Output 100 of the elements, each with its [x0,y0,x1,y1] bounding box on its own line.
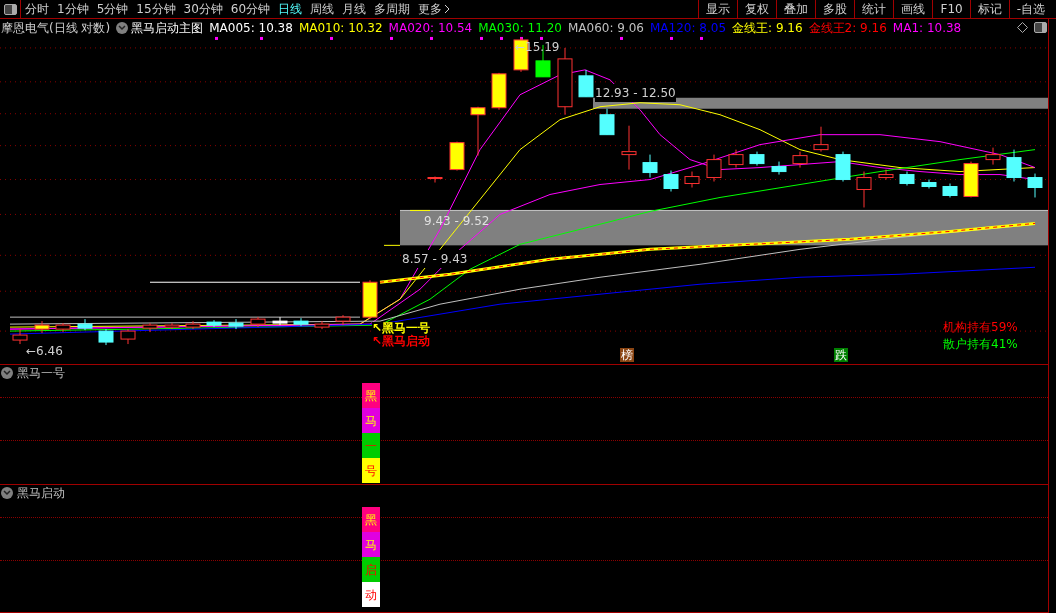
candlestick [164,322,180,330]
candlestick [185,320,201,330]
toolbar-button[interactable]: 统计 [854,0,894,18]
candlestick [1027,173,1043,198]
series-label: MA060: 9.06 [567,19,644,37]
candlestick [250,316,266,328]
panel-toggle-icon[interactable] [3,3,17,15]
signal-char: 黑 [365,389,377,402]
holding-label: 机构持有59% [943,319,1018,336]
series-label: MA030: 11.20 [478,19,562,37]
candlestick [98,328,114,346]
candlestick [449,141,465,172]
toolbar-button[interactable]: F10 [932,0,970,18]
signal-char: 马 [365,538,377,551]
candlestick [856,171,872,208]
candlestick [12,328,28,345]
chevron-right-icon [444,4,451,14]
collapse-icon[interactable] [116,21,129,34]
toolbar-button[interactable]: 标记 [969,0,1009,18]
candlestick [206,319,222,328]
candlestick [642,154,658,179]
period-tab[interactable]: 15分钟 [132,0,180,18]
panel-title: 黑马启动 [17,485,65,502]
candlestick [578,69,594,98]
panel-toggle-icon[interactable] [1034,22,1047,33]
candlestick [878,169,894,181]
candlestick [985,147,1001,166]
candlestick [771,161,787,176]
collapse-icon[interactable] [1,487,13,499]
signal-label: ↖黑马启动 [372,335,431,348]
candlestick [142,322,158,333]
candlestick [899,171,915,186]
series-label: MA120: 8.05 [650,19,727,37]
series-label: MA1: 10.38 [892,19,962,37]
period-tab[interactable]: 分时 [21,0,53,18]
period-tab[interactable]: 周线 [306,0,339,18]
candlestick [77,318,93,331]
candlestick [792,151,808,169]
collapse-icon[interactable] [1,367,13,379]
signal-char: 启 [365,563,377,576]
toolbar-button[interactable]: -自选 [1008,0,1052,18]
event-badge[interactable]: 榜 [620,348,634,362]
panel-title: 黑马一号 [17,365,65,382]
candlestick [335,314,351,326]
candlestick [663,170,679,192]
candlestick [728,149,744,169]
candlestick [749,151,765,167]
period-tab[interactable]: 60分钟 [226,0,275,18]
series-label: MA010: 10.32 [298,19,383,37]
toolbar-button[interactable]: 叠加 [776,0,816,18]
candlestick [963,161,979,198]
candlestick [362,279,378,320]
toolbar-button[interactable]: 复权 [737,0,777,18]
signal-char: 黑 [365,513,377,526]
series-label: 金线王: 9.16 [732,19,803,37]
candlestick [314,320,330,330]
period-tab[interactable]: 日线 [274,0,307,18]
signal-char: 一 [365,439,377,452]
candlestick [684,171,700,188]
candlestick [427,176,443,184]
price-zone-label: 12.93 - 12.50 [595,84,676,102]
candlestick [34,320,50,334]
candlestick [228,318,244,330]
candlestick [55,322,71,333]
candlestick [491,72,507,111]
candlestick [1006,149,1022,183]
candlestick [942,183,958,198]
stock-title: 摩恩电气(日线 对数) [1,19,111,37]
period-tab[interactable]: 30分钟 [179,0,227,18]
period-tab[interactable]: 1分钟 [53,0,93,18]
candlestick [293,317,309,327]
candlestick [272,316,288,326]
toolbar-button[interactable]: 显示 [698,0,738,18]
diamond-icon[interactable] [1017,22,1028,33]
price-zone-label: 8.57 - 9.43 [402,250,468,268]
toolbar-button[interactable]: 多股 [815,0,855,18]
candlestick [599,108,615,136]
candlestick [120,328,136,345]
candlestick [557,47,573,116]
candlestick [813,126,829,153]
toolbar-button[interactable]: 画线 [893,0,933,18]
candlestick [835,151,851,183]
signal-char: 动 [365,588,377,601]
signal-char: 马 [365,414,377,427]
series-label: MA020: 10.54 [388,19,473,37]
signal-char: 号 [365,464,377,477]
period-tab[interactable]: 多周期 [370,0,415,18]
series-label: MA005: 10.38 [209,19,293,37]
period-tab[interactable]: 月线 [338,0,371,18]
indicator-title: 黑马启动主图 [131,19,204,37]
event-badge[interactable]: 跌 [834,348,848,362]
low-price-label: ←6.46 [26,345,63,358]
period-tab[interactable]: 5分钟 [92,0,133,18]
candlestick [621,125,637,171]
signal-label: ↖黑马一号 [372,322,431,335]
candlestick [921,179,937,189]
more-button[interactable]: 更多 [414,0,455,18]
series-label: 金线王2: 9.16 [808,19,887,37]
candlestick [706,154,722,183]
candlestick [470,106,486,157]
